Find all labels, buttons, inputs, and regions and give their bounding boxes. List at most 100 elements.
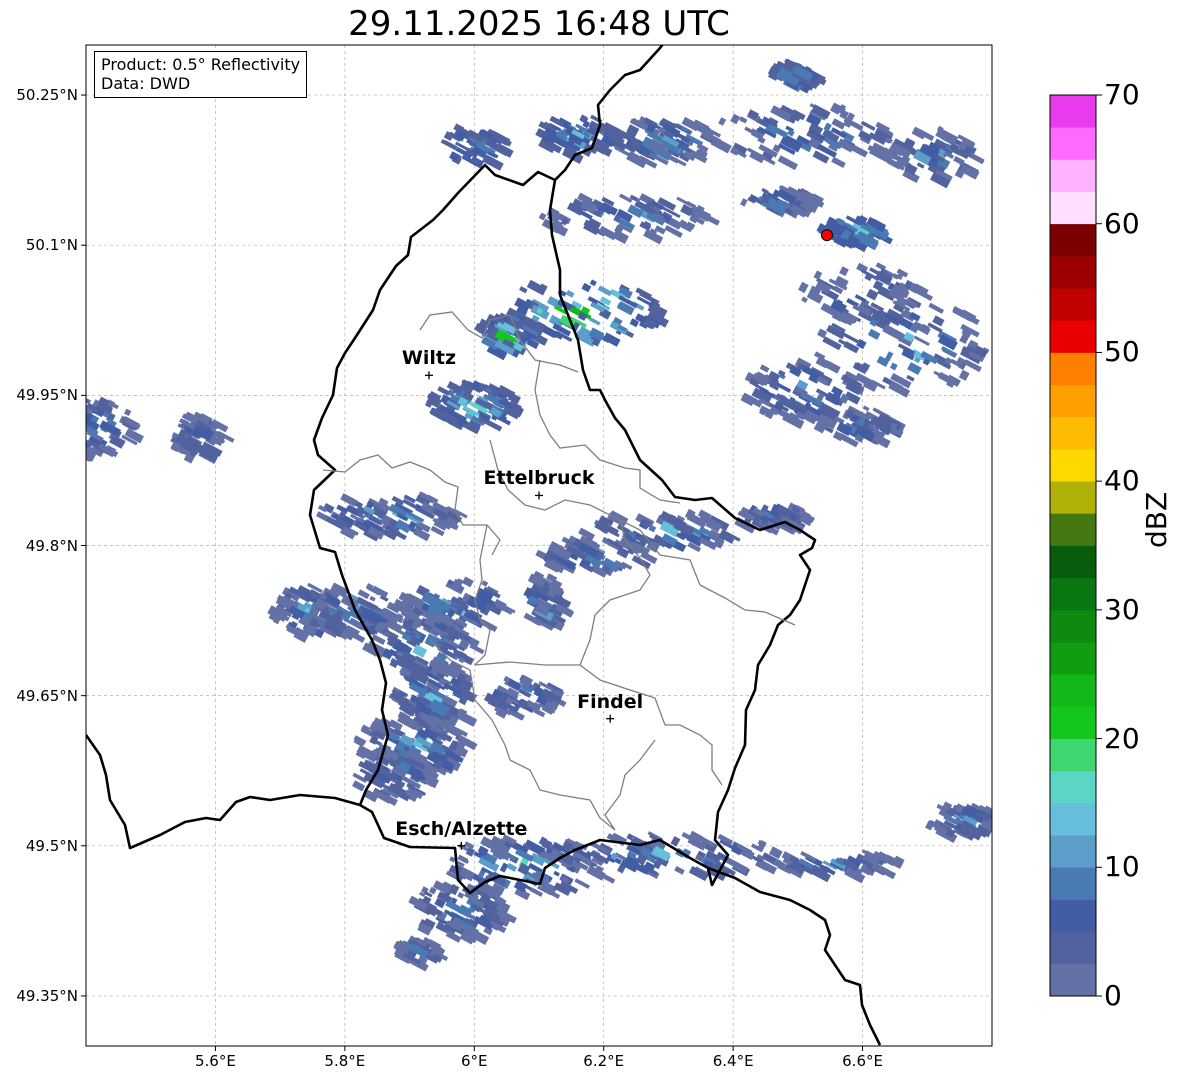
- graticule: [86, 45, 992, 1046]
- echo-cell: [506, 862, 518, 872]
- echo-cell: [73, 437, 86, 446]
- city-label: Wiltz: [401, 347, 457, 370]
- radar-site-marker[interactable]: [820, 229, 833, 242]
- colorbar-swatch: [1050, 320, 1096, 353]
- echo-cell: [740, 198, 748, 207]
- echo-cell: [801, 296, 808, 303]
- colorbar-swatch: [1050, 191, 1096, 225]
- colorbar-tick-label: 50: [1104, 335, 1140, 369]
- echo-cell: [67, 412, 80, 423]
- echo-cell: [916, 162, 925, 169]
- colorbar-title: dBZ: [1140, 491, 1173, 548]
- city-label: Findel: [577, 690, 644, 713]
- echo-cell: [839, 266, 849, 277]
- echo-cell: [371, 585, 389, 599]
- colorbar-swatch: [1050, 288, 1096, 321]
- lat-tick-label: 49.5°N: [25, 836, 78, 855]
- echo-cell: [69, 421, 85, 434]
- colorbar-swatch: [1050, 352, 1096, 386]
- echo-cell: [48, 422, 58, 431]
- lon-tick-label: 6.2°E: [583, 1052, 625, 1070]
- echo-cell: [597, 285, 613, 297]
- echo-cell: [440, 139, 458, 151]
- echo-cell: [47, 419, 62, 431]
- colorbar-swatch: [1050, 931, 1096, 965]
- echo-cell: [62, 441, 81, 455]
- lon-tick-label: 5.8°E: [324, 1052, 366, 1070]
- colorbar-tick-label: 70: [1104, 78, 1140, 111]
- echo-cell: [55, 416, 72, 430]
- echo-cell: [73, 435, 83, 444]
- lon-tick-label: 5.6°E: [195, 1052, 236, 1070]
- echo-cell: [867, 328, 881, 340]
- radar-map[interactable]: [0, 0, 1184, 1081]
- echo-cell: [526, 279, 547, 296]
- colorbar-tick-label: 10: [1104, 850, 1140, 884]
- colorbar: [1049, 94, 1102, 997]
- data-source-label: Data: DWD: [101, 74, 191, 93]
- echo-cell: [854, 294, 867, 303]
- echo-cell: [553, 870, 560, 877]
- echo-cell: [574, 878, 590, 889]
- colorbar-swatch: [1050, 963, 1096, 997]
- product-label: Product: 0.5° Reflectivity: [101, 55, 301, 74]
- echo-cell: [932, 315, 945, 327]
- colorbar-swatch: [1050, 384, 1096, 418]
- echo-cell: [674, 865, 685, 875]
- echo-cell: [738, 116, 748, 124]
- echo-cell: [860, 120, 876, 131]
- colorbar-swatch: [1050, 802, 1096, 836]
- echo-cell: [86, 431, 87, 446]
- echo-cell: [822, 336, 842, 351]
- colorbar-swatch: [1050, 770, 1096, 804]
- echo-cell: [59, 421, 72, 432]
- colorbar-tick-label: 30: [1104, 592, 1140, 626]
- echo-cell: [53, 431, 71, 444]
- echo-cell: [937, 371, 956, 386]
- echo-cell: [49, 412, 66, 425]
- colorbar-swatch: [1050, 609, 1096, 643]
- colorbar-swatch: [1050, 835, 1096, 868]
- echo-cell: [123, 408, 132, 417]
- echo-cell: [461, 576, 474, 588]
- colorbar-swatch: [1050, 577, 1096, 611]
- lon-tick-label: 6°E: [461, 1052, 488, 1070]
- echo-cell: [519, 286, 528, 294]
- echo-cell: [457, 891, 465, 899]
- colorbar-swatch: [1050, 95, 1096, 128]
- echo-cell: [798, 281, 809, 294]
- echo-cell: [352, 780, 366, 792]
- echo-cell: [369, 595, 376, 602]
- echo-cell: [589, 279, 597, 287]
- echo-cell: [911, 126, 927, 140]
- echo-cell: [889, 362, 898, 371]
- echo-cell: [51, 413, 67, 426]
- echo-cell: [953, 155, 965, 166]
- lon-tick-label: 6.4°E: [712, 1052, 754, 1070]
- echo-cell: [813, 270, 823, 280]
- echo-cell: [565, 289, 575, 298]
- colorbar-tick-label: 40: [1104, 464, 1140, 498]
- echo-cell: [53, 416, 68, 429]
- echo-cell: [86, 395, 92, 405]
- colorbar-swatch: [1050, 899, 1096, 933]
- colorbar-swatch: [1050, 127, 1096, 160]
- lat-tick-label: 49.35°N: [16, 986, 78, 1005]
- echo-cell: [57, 405, 67, 412]
- echo-cell: [759, 364, 770, 373]
- echo-cell: [602, 332, 621, 347]
- echo-cell: [913, 335, 930, 347]
- colorbar-swatch: [1050, 738, 1096, 772]
- lat-tick-label: 50.1°N: [25, 236, 78, 255]
- echo-cell: [481, 580, 489, 587]
- echo-cell: [787, 129, 795, 137]
- colorbar-swatch: [1050, 481, 1096, 514]
- colorbar-swatch: [1050, 416, 1096, 450]
- colorbar-tick-label: 0: [1104, 979, 1122, 1012]
- echo-cell: [710, 136, 732, 154]
- echo-cell: [730, 113, 741, 125]
- colorbar-tick-label: 20: [1104, 721, 1140, 755]
- echo-cell: [912, 320, 931, 336]
- echo-cell: [862, 405, 870, 412]
- echo-cell: [56, 409, 66, 420]
